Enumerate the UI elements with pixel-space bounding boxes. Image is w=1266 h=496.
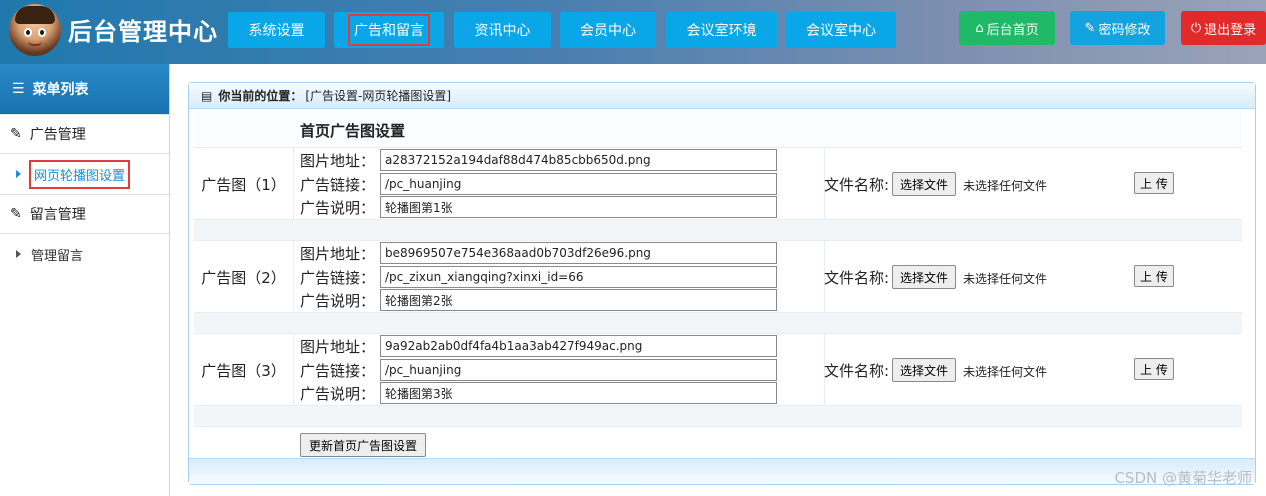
- breadcrumb: ▤ 你当前的位置： [广告设置-网页轮播图设置]: [189, 83, 1255, 109]
- no-file-text: 未选择任何文件: [963, 272, 1048, 286]
- form-title: 首页广告图设置: [300, 122, 406, 140]
- desc-label: 广告说明：: [300, 385, 376, 403]
- sidebar-header: ☰ 菜单列表: [0, 64, 169, 114]
- row-spacer: [194, 220, 1242, 241]
- ad-desc-input[interactable]: [380, 382, 777, 404]
- change-password-button[interactable]: ✎ 密码修改: [1070, 11, 1165, 45]
- upload-button[interactable]: 上 传: [1134, 358, 1174, 380]
- link-label: 广告链接：: [300, 176, 376, 194]
- nav-ads-messages[interactable]: 广告和留言: [334, 12, 444, 48]
- caret-right-icon: [16, 250, 21, 258]
- nav-system-settings[interactable]: 系统设置: [228, 12, 325, 48]
- file-name-label: 文件名称:: [824, 269, 890, 287]
- nav-meeting-room-center[interactable]: 会议室中心: [786, 12, 896, 48]
- row-spacer: [194, 313, 1242, 334]
- desc-label: 广告说明：: [300, 292, 376, 310]
- upload-button[interactable]: 上 传: [1134, 172, 1174, 194]
- home-icon: ⌂: [975, 20, 984, 36]
- sidebar-group-ads[interactable]: ✎ 广告管理: [0, 114, 169, 154]
- ad-name: 广告图（1）: [194, 148, 294, 220]
- submit-row: 更新首页广告图设置: [194, 427, 1242, 461]
- settings-panel: ▤ 你当前的位置： [广告设置-网页轮播图设置] 首页广告图设置 广告图（1） …: [188, 82, 1256, 485]
- ad-link-input[interactable]: [380, 173, 777, 195]
- image-label: 图片地址：: [300, 245, 376, 263]
- choose-file-button[interactable]: 选择文件: [892, 172, 957, 196]
- caret-right-icon: [16, 170, 21, 178]
- ad-name: 广告图（3）: [194, 334, 294, 406]
- main-content: ▤ 你当前的位置： [广告设置-网页轮播图设置] 首页广告图设置 广告图（1） …: [170, 64, 1266, 496]
- file-name-label: 文件名称:: [824, 362, 890, 380]
- edit-icon: ✎: [10, 126, 22, 142]
- avatar: [9, 4, 61, 56]
- watermark: CSDN @黄菊华老师: [1114, 469, 1252, 487]
- upload-button[interactable]: 上 传: [1134, 265, 1174, 287]
- sidebar-group-messages[interactable]: ✎ 留言管理: [0, 194, 169, 234]
- calendar-icon: ▤: [201, 88, 213, 103]
- nav-news-center[interactable]: 资讯中心: [454, 12, 551, 48]
- ad-row-3: 广告图（3） 图片地址： 广告链接： 广告说明： 文件名称: 选择文件 未选择任…: [194, 334, 1242, 406]
- no-file-text: 未选择任何文件: [963, 179, 1048, 193]
- list-icon: ☰: [12, 81, 25, 97]
- ad-desc-input[interactable]: [380, 289, 777, 311]
- ad-settings-form: 首页广告图设置 广告图（1） 图片地址： 广告链接： 广告说明： 文件名称: 选…: [194, 112, 1242, 461]
- no-file-text: 未选择任何文件: [963, 365, 1048, 379]
- sidebar-item-manage-messages[interactable]: 管理留言: [0, 234, 169, 274]
- power-icon: ⏻: [1190, 20, 1202, 36]
- logout-button[interactable]: ⏻ 退出登录: [1181, 11, 1266, 45]
- file-name-label: 文件名称:: [824, 176, 890, 194]
- link-label: 广告链接：: [300, 362, 376, 380]
- app-title: 后台管理中心: [68, 18, 218, 46]
- nav-meeting-room-env[interactable]: 会议室环境: [666, 12, 777, 48]
- link-label: 广告链接：: [300, 269, 376, 287]
- image-label: 图片地址：: [300, 338, 376, 356]
- sidebar: ☰ 菜单列表 ✎ 广告管理 网页轮播图设置 ✎ 留言管理 管理留言: [0, 64, 170, 496]
- image-url-input[interactable]: [380, 242, 777, 264]
- top-header: 后台管理中心 系统设置 广告和留言 资讯中心 会员中心 会议室环境 会议室中心 …: [0, 0, 1266, 64]
- ad-row-2: 广告图（2） 图片地址： 广告链接： 广告说明： 文件名称: 选择文件 未选择任…: [194, 241, 1242, 313]
- edit-icon: ✎: [10, 206, 22, 222]
- ad-desc-input[interactable]: [380, 196, 777, 218]
- nav-member-center[interactable]: 会员中心: [560, 12, 656, 48]
- wrench-icon: ✎: [1084, 20, 1096, 36]
- image-url-input[interactable]: [380, 149, 777, 171]
- ad-name: 广告图（2）: [194, 241, 294, 313]
- sidebar-item-banner-settings[interactable]: 网页轮播图设置: [0, 154, 169, 194]
- image-label: 图片地址：: [300, 152, 376, 170]
- ad-link-input[interactable]: [380, 266, 777, 288]
- panel-footer: [189, 458, 1255, 484]
- choose-file-button[interactable]: 选择文件: [892, 358, 957, 382]
- ad-link-input[interactable]: [380, 359, 777, 381]
- desc-label: 广告说明：: [300, 199, 376, 217]
- choose-file-button[interactable]: 选择文件: [892, 265, 957, 289]
- image-url-input[interactable]: [380, 335, 777, 357]
- form-header-row: 首页广告图设置: [194, 112, 1242, 148]
- row-spacer: [194, 406, 1242, 427]
- home-button[interactable]: ⌂ 后台首页: [959, 11, 1055, 45]
- ad-row-1: 广告图（1） 图片地址： 广告链接： 广告说明： 文件名称: 选择文件 未选择任…: [194, 148, 1242, 220]
- update-banner-settings-button[interactable]: 更新首页广告图设置: [300, 433, 427, 457]
